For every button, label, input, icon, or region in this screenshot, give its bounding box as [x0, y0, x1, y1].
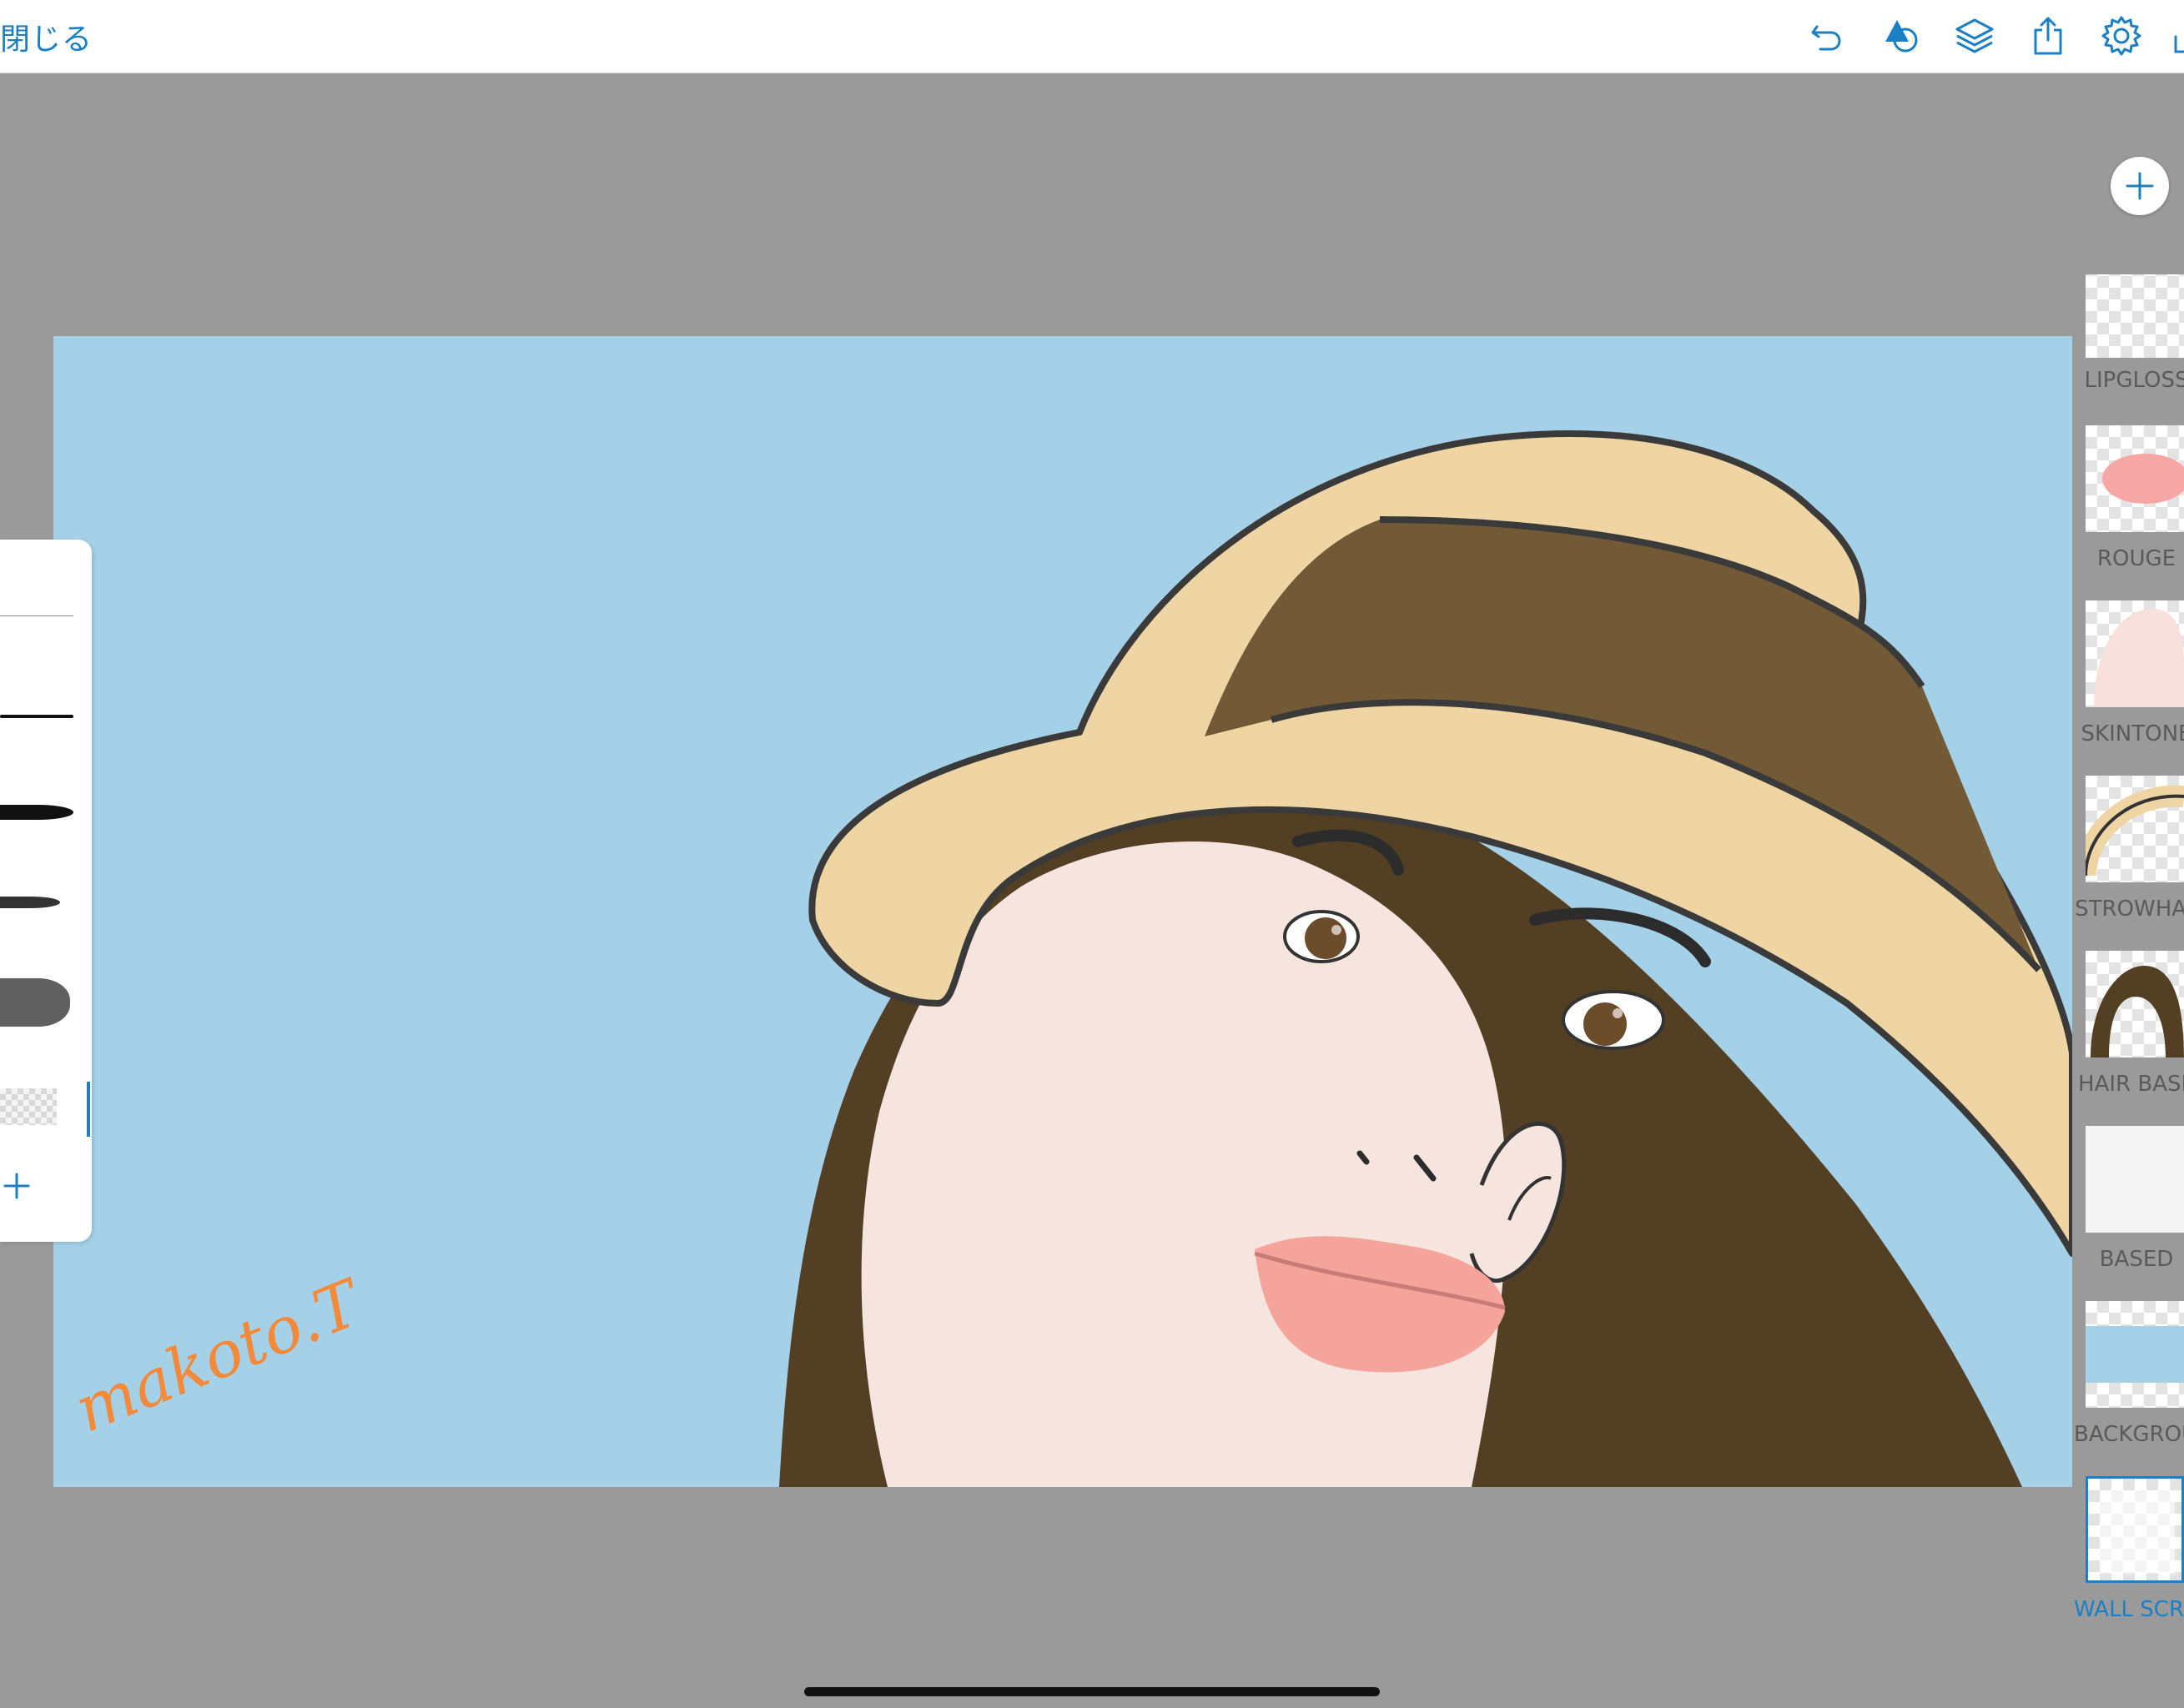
brush-ink[interactable] — [0, 800, 77, 825]
brush-pencil[interactable] — [0, 713, 77, 720]
settings-icon[interactable] — [2097, 12, 2146, 60]
layer-item[interactable]: ROUGE — [2084, 425, 2184, 600]
home-indicator — [804, 1687, 1380, 1696]
layer-name: STROWHAT — [2075, 897, 2184, 922]
layer-name: SKINTONE — [2081, 721, 2184, 746]
shapes-icon[interactable] — [1877, 12, 1925, 60]
brush-panel — [0, 540, 92, 1242]
brush-selection-indicator — [87, 1082, 90, 1137]
plus-icon[interactable] — [0, 1169, 33, 1203]
close-button[interactable]: 閉じる — [0, 15, 93, 58]
layer-item[interactable]: BASED — [2084, 1126, 2184, 1301]
layer-thumbnail[interactable] — [2086, 425, 2184, 532]
add-layer-button[interactable] — [2111, 157, 2169, 215]
layer-thumbnail[interactable] — [2086, 600, 2184, 707]
layer-item[interactable]: SKINTONE — [2081, 600, 2184, 776]
layer-thumbnail[interactable] — [2086, 1126, 2184, 1233]
layer-thumbnail[interactable] — [2086, 1476, 2184, 1583]
layer-name: BASED — [2099, 1247, 2174, 1272]
signature-text: makoto.T — [64, 1264, 374, 1447]
layer-item[interactable]: HAIR BASE — [2078, 951, 2184, 1126]
layer-item[interactable]: LIPGLOSS — [2084, 253, 2184, 430]
layer-name: BACKGROUND — [2074, 1422, 2184, 1447]
fullscreen-icon[interactable] — [2169, 12, 2184, 60]
layer-name: WALL SCREEN — [2074, 1597, 2184, 1622]
layer-item-selected[interactable]: WALL SCREEN — [2074, 1476, 2184, 1651]
layer-item[interactable]: STROWHAT — [2075, 776, 2184, 951]
layer-thumbnail[interactable] — [2086, 253, 2184, 358]
layer-item[interactable]: BACKGROUND — [2074, 1301, 2184, 1476]
layer-name: LIPGLOSS — [2084, 368, 2184, 393]
brush-watercolor[interactable] — [0, 973, 77, 1032]
layer-name: HAIR BASE — [2078, 1072, 2184, 1097]
layer-thumbnail[interactable] — [2086, 951, 2184, 1057]
layer-thumbnail[interactable] — [2086, 776, 2184, 882]
plus-icon — [2126, 172, 2154, 200]
layers-icon[interactable] — [1950, 12, 1999, 60]
brush-dry-brush[interactable] — [0, 890, 77, 915]
undo-icon[interactable] — [1804, 12, 1852, 60]
layer-name: ROUGE — [2096, 546, 2176, 571]
layer-thumbnail[interactable] — [2086, 1301, 2184, 1408]
drawing-canvas[interactable]: makoto.T — [53, 336, 2072, 1487]
brush-eraser[interactable] — [0, 1088, 77, 1125]
share-icon[interactable] — [2024, 12, 2072, 60]
brush-fine-line[interactable] — [0, 613, 77, 620]
top-toolbar: 閉じる — [0, 0, 2184, 73]
